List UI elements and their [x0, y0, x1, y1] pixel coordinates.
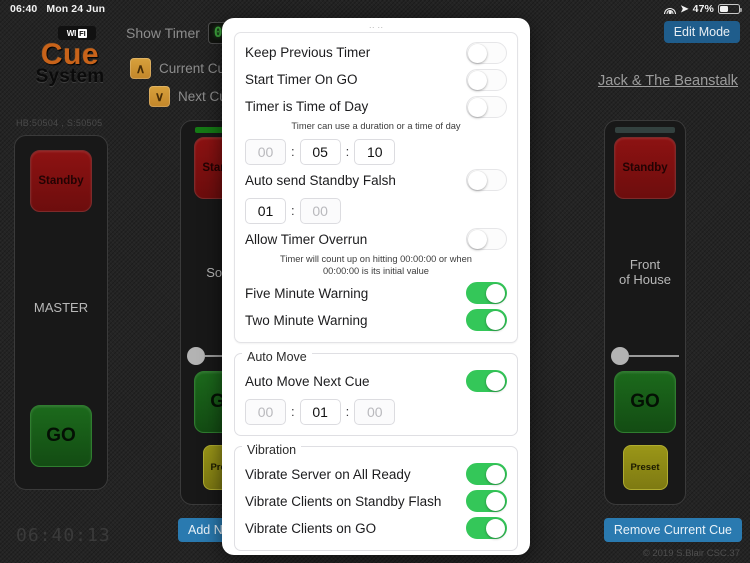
start-timer-on-go-toggle[interactable] [466, 68, 507, 91]
chevron-down-icon[interactable]: ∨ [149, 86, 170, 107]
foh-name-line1: Front [629, 257, 661, 273]
five-minute-warning-label: Five Minute Warning [245, 285, 369, 301]
wifi-icon [664, 4, 677, 14]
status-bar-date: Mon 24 Jun [46, 3, 106, 15]
timer-minutes-input[interactable]: 05 [299, 138, 341, 165]
auto-move-next-cue-toggle[interactable] [466, 370, 507, 393]
logo-system-text: System [35, 65, 105, 87]
wifi-badge-left-text: WI [66, 28, 77, 38]
row-vibrate-clients-go[interactable]: Vibrate Clients on GO [245, 515, 507, 542]
foh-status-bar-indicator [615, 127, 675, 133]
five-minute-warning-toggle[interactable] [466, 282, 507, 305]
row-auto-move-next-cue[interactable]: Auto Move Next Cue [245, 368, 507, 395]
row-keep-previous-timer[interactable]: Keep Previous Timer [245, 39, 507, 66]
auto-move-legend: Auto Move [242, 349, 312, 364]
modal-body: Keep Previous Timer Start Timer On GO Ti… [222, 32, 530, 555]
allow-timer-overrun-label: Allow Timer Overrun [245, 231, 368, 247]
keep-previous-timer-label: Keep Previous Timer [245, 45, 371, 60]
master-go-button[interactable]: GO [30, 405, 92, 467]
auto-move-next-cue-label: Auto Move Next Cue [245, 373, 370, 389]
foh-slider-track[interactable] [629, 355, 679, 357]
vibrate-clients-go-toggle[interactable] [466, 517, 507, 540]
battery-percent-label: 47% [692, 3, 714, 15]
foh-preset-button[interactable]: Preset [622, 445, 668, 490]
row-timer-is-time-of-day[interactable]: Timer is Time of Day [245, 93, 507, 120]
allow-timer-overrun-toggle[interactable] [466, 228, 507, 251]
row-five-minute-warning[interactable]: Five Minute Warning [245, 280, 507, 307]
foh-name-line2: of House [618, 272, 672, 287]
timer-seconds-input[interactable]: 10 [354, 138, 396, 165]
timer-hours-input[interactable]: 00 [245, 138, 286, 165]
status-bar-time: 06:40 [10, 3, 38, 15]
auto-move-minutes-input[interactable]: 01 [299, 398, 341, 425]
row-auto-send-standby-flash[interactable]: Auto send Standby Falsh [245, 167, 507, 194]
auto-move-hours-input[interactable]: 00 [245, 398, 286, 425]
vibration-legend: Vibration [242, 442, 302, 457]
two-minute-warning-label: Two Minute Warning [245, 312, 368, 328]
auto-send-standby-flash-label: Auto send Standby Falsh [245, 172, 396, 188]
foh-go-button[interactable]: GO [614, 371, 676, 433]
vibrate-clients-go-label: Vibrate Clients on GO [245, 520, 377, 536]
chevron-up-icon[interactable]: ∧ [130, 58, 151, 79]
master-strip-name: MASTER [33, 300, 89, 316]
two-minute-warning-toggle[interactable] [466, 309, 507, 332]
vibrate-server-all-ready-toggle[interactable] [466, 463, 507, 486]
row-start-timer-on-go[interactable]: Start Timer On GO [245, 66, 507, 93]
row-vibrate-clients-standby-flash[interactable]: Vibrate Clients on Standby Flash [245, 488, 507, 515]
vibrate-clients-standby-flash-label: Vibrate Clients on Standby Flash [245, 493, 442, 509]
foh-strip-name: Front of House [618, 257, 672, 288]
vibrate-clients-standby-flash-toggle[interactable] [466, 490, 507, 513]
battery-icon [718, 4, 742, 14]
master-standby-button[interactable]: Standby [30, 150, 92, 212]
remove-current-cue-button[interactable]: Remove Current Cue [603, 518, 742, 542]
master-clock: 06:40:13 [16, 525, 111, 546]
standby-flash-first-input[interactable]: 01 [245, 197, 286, 224]
copyright-label: © 2019 S.Blair CSC.37 [642, 548, 740, 559]
row-vibrate-server-all-ready[interactable]: Vibrate Server on All Ready [245, 461, 507, 488]
foh-slider-knob[interactable] [611, 347, 629, 365]
channel-strip-master: Standby MASTER GO [14, 135, 108, 490]
ports-label: HB:50504 , S:50505 [16, 118, 103, 128]
edit-mode-button[interactable]: Edit Mode [663, 21, 740, 43]
start-timer-on-go-label: Start Timer On GO [245, 72, 358, 87]
auto-move-time-fields: 00 : 01 : 00 [245, 395, 507, 427]
timer-time-fields: 00 : 05 : 10 [245, 135, 507, 167]
ios-status-bar: 06:40 Mon 24 Jun ➤ 47% [0, 0, 750, 18]
overrun-hint-line1: Timer will count up on hitting 00:00:00 … [280, 253, 472, 264]
show-timer-label: Show Timer [126, 25, 200, 41]
timer-duration-hint: Timer can use a duration or a time of da… [291, 121, 461, 131]
timer-colon-1: : [291, 144, 295, 160]
current-cue-group: ∧ Current Cue: [130, 58, 236, 79]
foh-slider[interactable] [605, 347, 685, 365]
timer-is-time-of-day-toggle[interactable] [466, 95, 507, 118]
overrun-hint-line2: 00:00:00 is its initial value [323, 266, 429, 277]
vibrate-server-all-ready-label: Vibrate Server on All Ready [245, 466, 411, 482]
auto-send-standby-flash-toggle[interactable] [466, 169, 507, 192]
show-title[interactable]: Jack & The Beanstalk [598, 73, 738, 89]
sound-slider-knob[interactable] [187, 347, 205, 365]
auto-move-colon-1: : [291, 404, 295, 420]
timer-settings-modal: ·· ·· Keep Previous Timer Start Timer On… [222, 18, 530, 555]
channel-strip-front-of-house: Standby Front of House GO Preset [604, 120, 686, 505]
row-two-minute-warning[interactable]: Two Minute Warning [245, 307, 507, 334]
timer-settings-card: Keep Previous Timer Start Timer On GO Ti… [234, 32, 518, 343]
standby-flash-time-fields: 01 : 00 [245, 194, 507, 226]
vibration-section: Vibration Vibrate Server on All Ready Vi… [234, 442, 518, 551]
foh-standby-button[interactable]: Standby [614, 137, 676, 199]
auto-move-seconds-input[interactable]: 00 [354, 398, 396, 425]
modal-clipped-header: ·· ·· [368, 22, 384, 32]
wifi-badge-right-text: FI [77, 28, 88, 38]
overrun-hint: Timer will count up on hitting 00:00:00 … [245, 253, 507, 280]
auto-move-section: Auto Move Auto Move Next Cue 00 : 01 : 0… [234, 349, 518, 436]
keep-previous-timer-toggle[interactable] [466, 41, 507, 64]
app-logo: WI FI Cue System [10, 26, 130, 86]
row-allow-timer-overrun[interactable]: Allow Timer Overrun [245, 226, 507, 253]
standby-flash-colon: : [291, 203, 295, 219]
timer-colon-2: : [345, 144, 350, 160]
timer-is-time-of-day-label: Timer is Time of Day [245, 99, 369, 114]
auto-move-colon-2: : [345, 404, 350, 420]
location-arrow-icon: ➤ [680, 3, 689, 15]
standby-flash-second-input[interactable]: 00 [299, 197, 341, 224]
